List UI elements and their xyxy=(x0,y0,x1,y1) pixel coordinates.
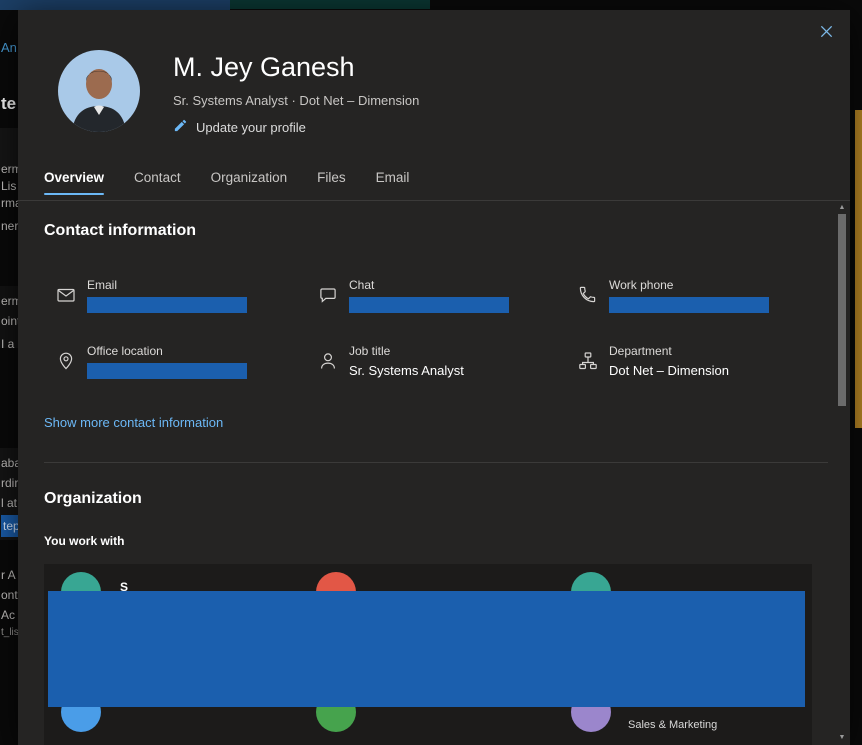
close-icon xyxy=(819,24,834,42)
scrollbar-up-arrow[interactable]: ▲ xyxy=(837,204,847,211)
contact-item-label: Chat xyxy=(349,278,375,292)
background-right-accent-strip xyxy=(855,110,862,428)
location-pin-icon xyxy=(56,344,78,379)
background-text-fragment: I a xyxy=(1,337,15,351)
tab-organization[interactable]: Organization xyxy=(211,170,288,195)
contact-item-label: Department xyxy=(609,344,672,358)
organization-section-title: Organization xyxy=(44,490,142,507)
background-text-fragment: t_lis xyxy=(1,627,19,638)
contact-item-label: Office location xyxy=(87,344,163,358)
update-profile-link[interactable]: Update your profile xyxy=(173,118,306,136)
organization-people-panel: S Sales & Marketing xyxy=(44,564,812,745)
pencil-icon xyxy=(173,118,188,136)
background-text-fragment: An xyxy=(1,40,17,55)
contact-item-chat: Chat xyxy=(318,278,509,313)
background-text-fragment: l at xyxy=(1,496,18,510)
scrollbar-thumb[interactable] xyxy=(838,214,846,406)
close-button[interactable] xyxy=(815,22,837,44)
org-chart-icon xyxy=(578,344,600,378)
tab-overview[interactable]: Overview xyxy=(44,170,105,195)
contact-item-office-location: Office location xyxy=(56,344,247,379)
redacted-work-phone-value xyxy=(609,297,769,313)
profile-subtitle: Sr. Systems Analyst · Dot Net – Dimensio… xyxy=(173,93,420,108)
profile-avatar[interactable] xyxy=(58,50,140,132)
redacted-office-location-value xyxy=(87,363,247,379)
contact-item-job-title: Job title Sr. Systems Analyst xyxy=(318,344,464,378)
tabs-divider xyxy=(18,200,850,201)
chat-icon xyxy=(318,278,340,313)
section-divider xyxy=(44,462,828,463)
show-more-contact-link[interactable]: Show more contact information xyxy=(44,415,223,430)
profile-card-modal: M. Jey Ganesh Sr. Systems Analyst · Dot … xyxy=(18,10,850,745)
phone-icon xyxy=(578,278,600,313)
contact-item-department: Department Dot Net – Dimension xyxy=(578,344,729,378)
tab-files[interactable]: Files xyxy=(317,170,346,195)
background-text-fragment: rdir xyxy=(1,476,19,490)
tab-email[interactable]: Email xyxy=(376,170,410,195)
profile-tabs: Overview Contact Organization Files Emai… xyxy=(44,170,409,195)
contact-item-email: Email xyxy=(56,278,247,313)
contact-item-value: Sr. Systems Analyst xyxy=(349,363,464,378)
person-icon xyxy=(318,344,340,378)
redacted-email-value xyxy=(87,297,247,313)
redacted-chat-value xyxy=(349,297,509,313)
mail-icon xyxy=(56,278,78,313)
profile-name: M. Jey Ganesh xyxy=(173,52,355,82)
contact-item-label: Email xyxy=(87,278,118,292)
background-text-fragment: Ac xyxy=(1,608,16,622)
avatar-photo xyxy=(58,50,140,132)
scrollbar-down-arrow[interactable]: ▼ xyxy=(837,734,847,741)
background-text-fragment: r A xyxy=(1,568,16,582)
contact-item-value: Dot Net – Dimension xyxy=(609,363,729,378)
background-text-fragment: te xyxy=(1,94,17,113)
contact-item-work-phone: Work phone xyxy=(578,278,769,313)
redaction-overlay xyxy=(48,591,805,707)
background-text-fragment: Lis xyxy=(1,179,17,193)
background-titlebar-blue xyxy=(0,0,230,10)
contact-item-label: Work phone xyxy=(609,278,674,292)
background-titlebar-teal xyxy=(230,0,430,9)
tab-contact[interactable]: Contact xyxy=(134,170,181,195)
screen: An te erm Lis rma nerl erm oint I a aba … xyxy=(0,0,862,745)
coworker-department-label: Sales & Marketing xyxy=(628,719,718,731)
contact-section-title: Contact information xyxy=(44,222,196,239)
update-profile-label: Update your profile xyxy=(196,119,306,135)
contact-item-label: Job title xyxy=(349,344,391,358)
you-work-with-label: You work with xyxy=(44,534,125,548)
